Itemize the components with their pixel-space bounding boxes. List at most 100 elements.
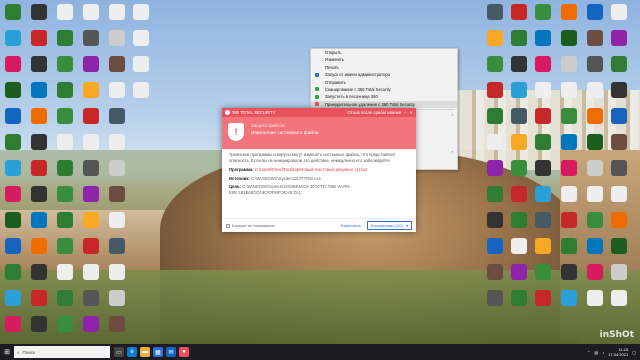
desktop-icon[interactable] — [2, 238, 24, 262]
block-button[interactable]: Блокировать (20) ▾ — [367, 221, 412, 230]
desktop-icon[interactable] — [584, 186, 606, 210]
desktop-icon[interactable] — [484, 56, 506, 80]
desktop-icon[interactable] — [80, 290, 102, 314]
desktop-icon[interactable] — [106, 30, 128, 54]
desktop-icon[interactable] — [28, 186, 50, 210]
desktop-icon[interactable] — [2, 134, 24, 158]
desktop-icon[interactable] — [558, 56, 580, 80]
desktop-icon[interactable] — [532, 238, 554, 262]
desktop-icon[interactable] — [558, 108, 580, 132]
desktop-icon[interactable] — [608, 56, 630, 80]
desktop-icon[interactable] — [484, 238, 506, 262]
desktop-icon[interactable] — [80, 186, 102, 210]
desktop-icon[interactable] — [80, 264, 102, 288]
desktop-icon[interactable] — [28, 108, 50, 132]
desktop-icon[interactable] — [532, 290, 554, 314]
desktop-icon[interactable] — [2, 212, 24, 236]
desktop-icon[interactable] — [608, 186, 630, 210]
desktop-icon[interactable] — [80, 30, 102, 54]
chevron-down-icon[interactable]: ▾ — [406, 223, 408, 228]
search-box[interactable]: ⌕ Поиск — [14, 346, 110, 358]
desktop-icon[interactable] — [80, 316, 102, 340]
desktop-icon[interactable] — [2, 160, 24, 184]
desktop-icon[interactable] — [558, 264, 580, 288]
desktop-icon[interactable] — [508, 30, 530, 54]
desktop-icon[interactable] — [508, 134, 530, 158]
desktop-icon[interactable] — [2, 4, 24, 28]
desktop-icon[interactable] — [508, 186, 530, 210]
desktop-icon[interactable] — [508, 82, 530, 106]
store-icon[interactable]: ▦ — [153, 347, 163, 357]
desktop-icon[interactable] — [608, 238, 630, 262]
desktop-icon[interactable] — [484, 160, 506, 184]
desktop-icon[interactable] — [130, 30, 152, 54]
desktop-icon[interactable] — [584, 134, 606, 158]
desktop-icon[interactable] — [106, 290, 128, 314]
desktop-icon[interactable] — [584, 108, 606, 132]
desktop-icon[interactable] — [532, 212, 554, 236]
desktop-icon[interactable] — [106, 238, 128, 262]
desktop-icon[interactable] — [130, 56, 152, 80]
360-taskbar-icon[interactable]: ● — [179, 347, 189, 357]
task-view-icon[interactable]: ▭ — [114, 347, 124, 357]
desktop-icon[interactable] — [608, 134, 630, 158]
desktop-icon[interactable] — [2, 316, 24, 340]
context-menu-item[interactable]: Отправить — [311, 79, 457, 86]
desktop-icon[interactable] — [608, 264, 630, 288]
desktop-icon[interactable] — [28, 238, 50, 262]
file-explorer-icon[interactable]: ▬ — [140, 347, 150, 357]
desktop-icon[interactable] — [558, 30, 580, 54]
desktop-icon[interactable] — [484, 212, 506, 236]
desktop-icon[interactable] — [106, 134, 128, 158]
desktop-icon[interactable] — [2, 186, 24, 210]
desktop-icon[interactable] — [54, 30, 76, 54]
desktop-icon[interactable] — [608, 4, 630, 28]
desktop-icon[interactable] — [2, 30, 24, 54]
minimize-icon[interactable]: – — [404, 110, 406, 115]
context-menu-item[interactable]: Запуск от имени администратора — [311, 71, 457, 78]
desktop-icon[interactable] — [558, 160, 580, 184]
desktop-icon[interactable] — [28, 30, 50, 54]
desktop-icon[interactable] — [80, 134, 102, 158]
desktop-icon[interactable] — [28, 82, 50, 106]
desktop-icon[interactable] — [532, 4, 554, 28]
desktop-icon[interactable] — [608, 290, 630, 314]
desktop-icon[interactable] — [532, 30, 554, 54]
desktop-icon[interactable] — [558, 134, 580, 158]
desktop-icon[interactable] — [54, 4, 76, 28]
desktop-icon[interactable] — [54, 134, 76, 158]
desktop-icon[interactable] — [2, 108, 24, 132]
notification-icon[interactable]: ▢ — [632, 350, 636, 355]
desktop-icon[interactable] — [584, 290, 606, 314]
context-menu-item[interactable]: Изменить — [311, 56, 457, 63]
desktop-icon[interactable] — [80, 238, 102, 262]
desktop-icon[interactable] — [558, 186, 580, 210]
desktop-icon[interactable] — [584, 264, 606, 288]
desktop-icon[interactable] — [532, 264, 554, 288]
desktop-icon[interactable] — [54, 108, 76, 132]
desktop-icon[interactable] — [130, 82, 152, 106]
desktop-icon[interactable] — [2, 290, 24, 314]
desktop-icon[interactable] — [508, 56, 530, 80]
desktop-icon[interactable] — [28, 316, 50, 340]
desktop-icon[interactable] — [558, 82, 580, 106]
desktop-icon[interactable] — [28, 212, 50, 236]
desktop-icon[interactable] — [80, 160, 102, 184]
desktop-icon[interactable] — [80, 212, 102, 236]
desktop-icon[interactable] — [584, 30, 606, 54]
desktop-icon[interactable] — [532, 56, 554, 80]
desktop-icon[interactable] — [484, 290, 506, 314]
desktop-icon[interactable] — [608, 108, 630, 132]
desktop-icon[interactable] — [54, 316, 76, 340]
desktop-icon[interactable] — [54, 264, 76, 288]
desktop-icon[interactable] — [584, 56, 606, 80]
desktop-icon[interactable] — [558, 4, 580, 28]
desktop-icon[interactable] — [80, 82, 102, 106]
close-icon[interactable]: ✕ — [409, 110, 413, 115]
desktop-icon[interactable] — [608, 212, 630, 236]
desktop-icon[interactable] — [484, 30, 506, 54]
desktop-icon[interactable] — [54, 290, 76, 314]
desktop-icon[interactable] — [80, 4, 102, 28]
desktop-icon[interactable] — [508, 212, 530, 236]
desktop-icon[interactable] — [54, 56, 76, 80]
